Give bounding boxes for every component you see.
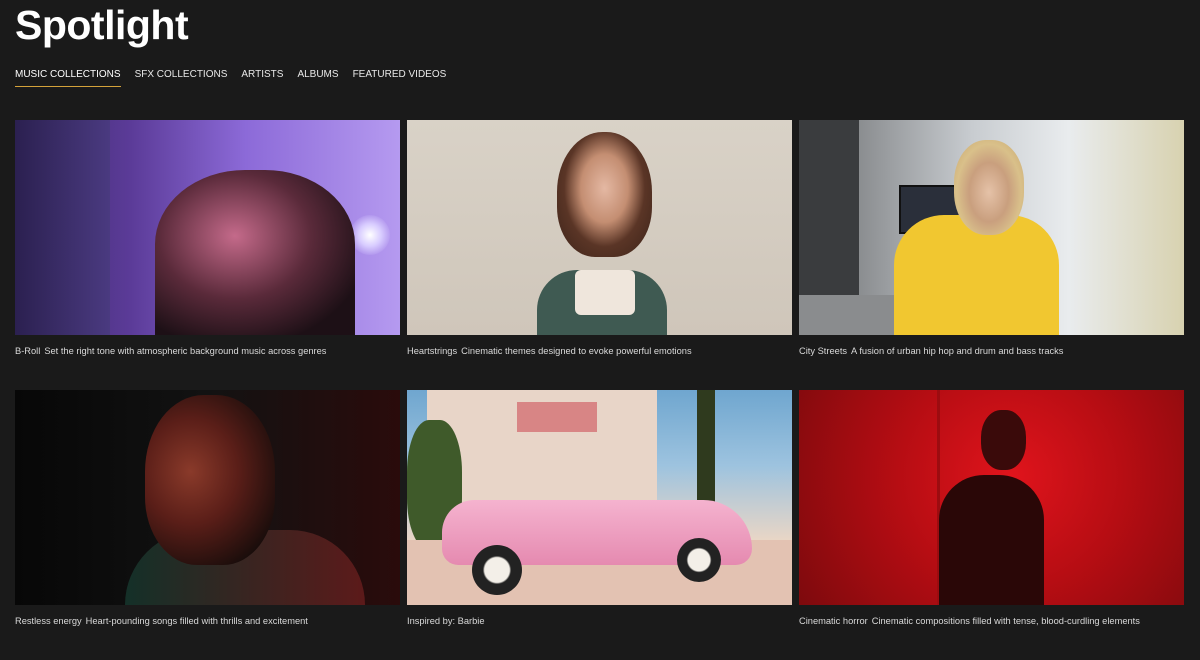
tab-artists[interactable]: ARTISTS [241,69,283,87]
collection-name: City Streets [799,346,848,356]
collection-description: Cinematic compositions filled with tense… [871,616,1140,626]
collection-thumbnail[interactable] [799,390,1184,605]
tab-featured-videos[interactable]: FEATURED VIDEOS [353,69,447,87]
collection-description: A fusion of urban hip hop and drum and b… [851,346,1064,356]
collection-name: Inspired by: Barbie [407,616,485,626]
collection-caption: B-Roll Set the right tone with atmospheri… [15,346,400,356]
collection-description: Heart-pounding songs filled with thrills… [85,616,308,626]
tab-music-collections[interactable]: MUSIC COLLECTIONS [15,69,121,87]
collection-card-restless-energy[interactable]: Restless energy Heart-pounding songs fill… [15,390,400,660]
collection-thumbnail[interactable] [15,390,400,605]
collection-name: Heartstrings [407,346,458,356]
tab-albums[interactable]: ALBUMS [297,69,338,87]
tab-bar: MUSIC COLLECTIONS SFX COLLECTIONS ARTIST… [15,69,446,87]
collection-card-cinematic-horror[interactable]: Cinematic horror Cinematic compositions f… [799,390,1184,660]
collection-caption: City Streets A fusion of urban hip hop an… [799,346,1184,356]
collection-caption: Heartstrings Cinematic themes designed to… [407,346,792,356]
tab-sfx-collections[interactable]: SFX COLLECTIONS [135,69,228,87]
collection-card-inspired-by-barbie[interactable]: Inspired by: Barbie [407,390,792,660]
collection-caption: Restless energy Heart-pounding songs fill… [15,616,400,626]
collection-thumbnail[interactable] [15,120,400,335]
collection-name: Restless energy [15,616,82,626]
collection-thumbnail[interactable] [407,120,792,335]
page-title: Spotlight [15,2,189,48]
collection-caption: Cinematic horror Cinematic compositions f… [799,616,1184,626]
collection-card-heartstrings[interactable]: Heartstrings Cinematic themes designed to… [407,120,792,390]
collection-caption: Inspired by: Barbie [407,616,792,626]
collection-thumbnail[interactable] [799,120,1184,335]
collection-card-b-roll[interactable]: B-Roll Set the right tone with atmospheri… [15,120,400,390]
collection-description: Cinematic themes designed to evoke power… [461,346,692,356]
collection-thumbnail[interactable] [407,390,792,605]
collection-grid: B-Roll Set the right tone with atmospheri… [15,120,1185,660]
collection-description: Set the right tone with atmospheric back… [44,346,327,356]
collection-name: B-Roll [15,346,41,356]
collection-name: Cinematic horror [799,616,868,626]
collection-card-city-streets[interactable]: City Streets A fusion of urban hip hop an… [799,120,1184,390]
